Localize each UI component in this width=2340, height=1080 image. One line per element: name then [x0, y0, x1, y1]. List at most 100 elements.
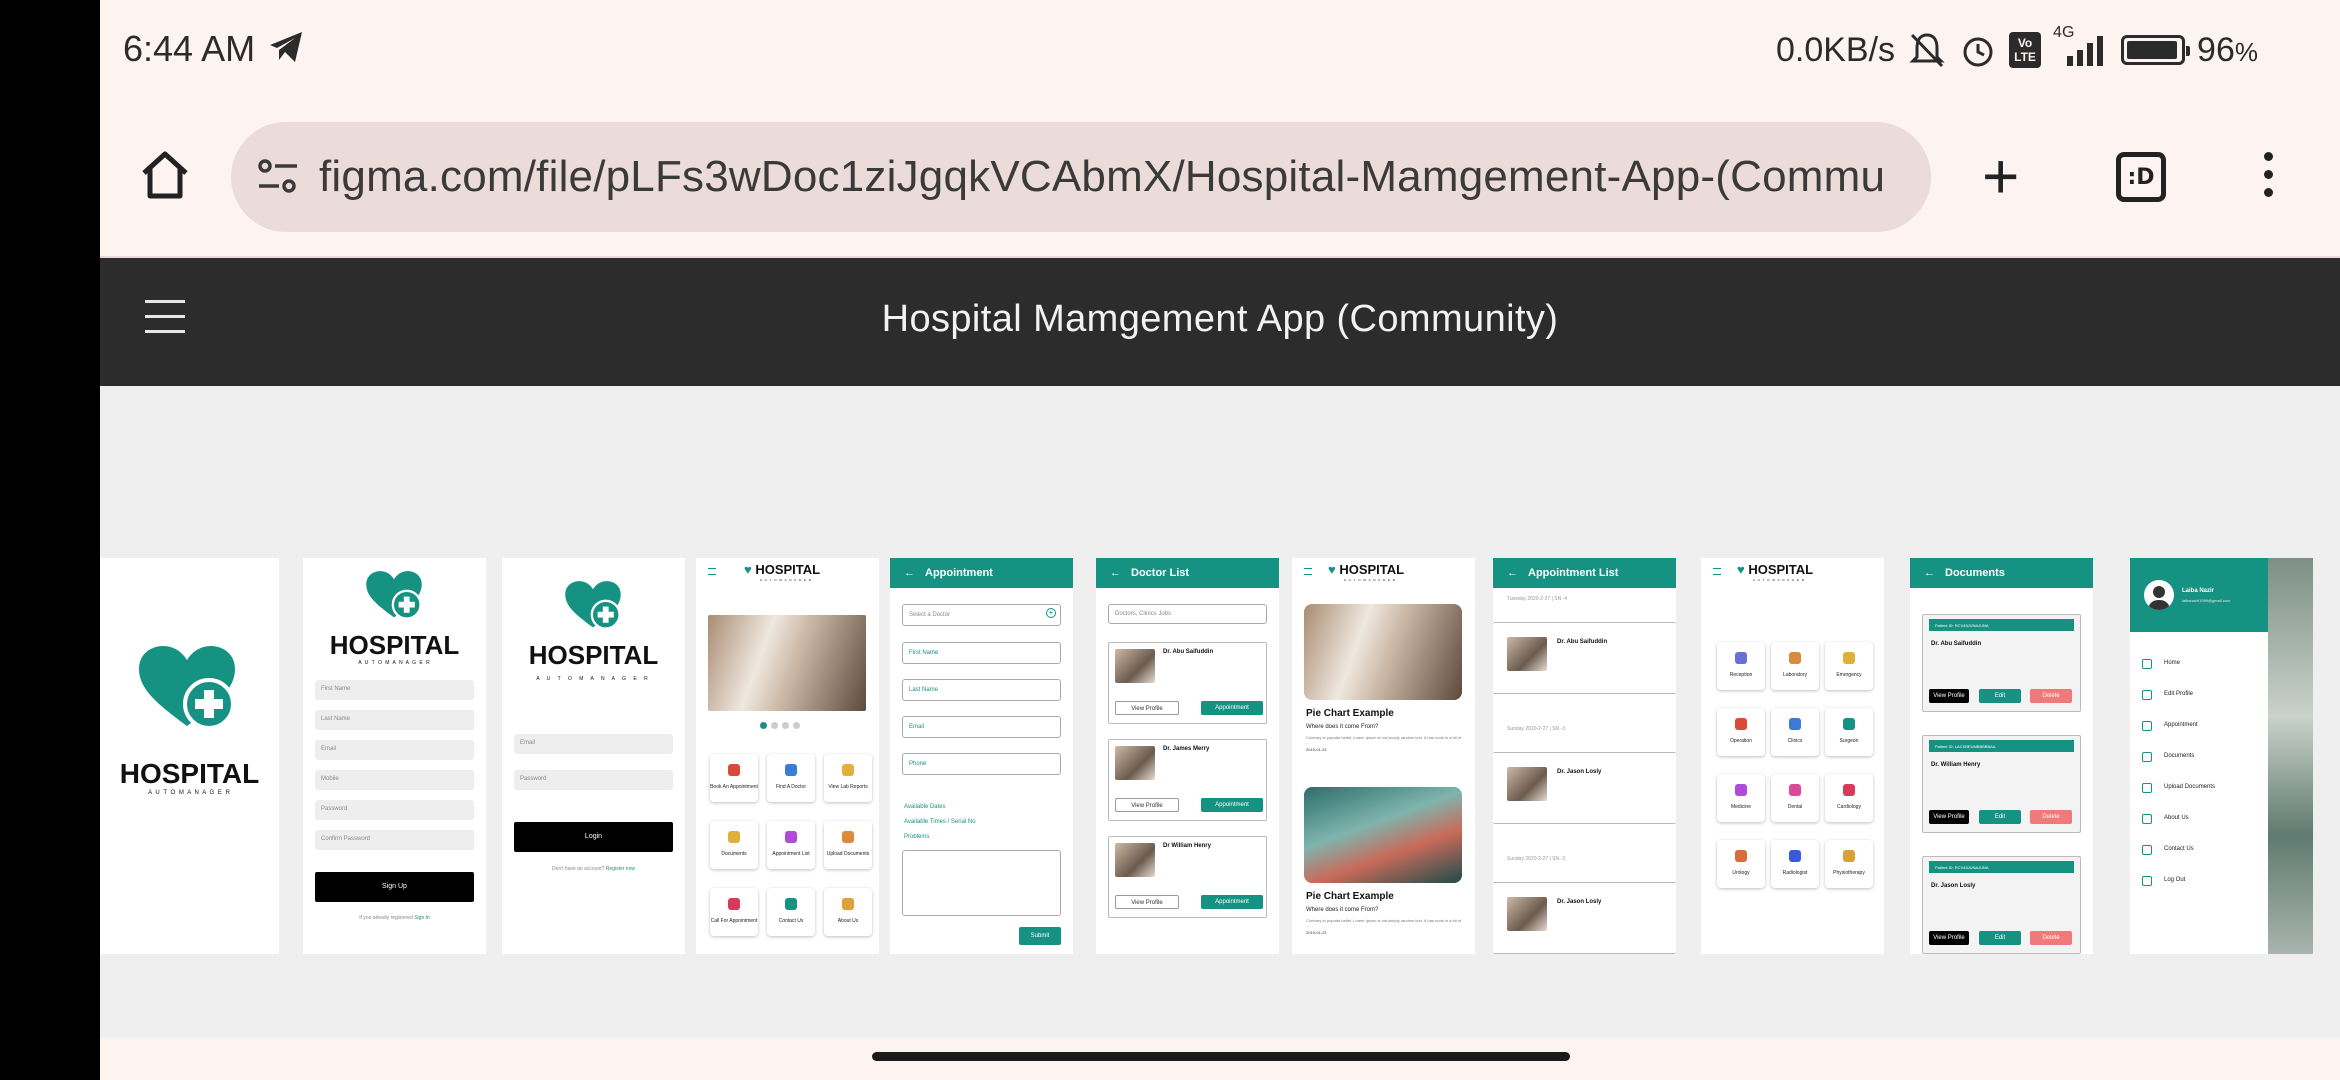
email-field[interactable]: Email — [514, 734, 673, 754]
appointment-button[interactable]: Appointment — [1201, 701, 1263, 715]
doctor-select[interactable]: Select a Doctor + — [902, 604, 1061, 626]
frame-signup[interactable]: HOSPITAL A U T O M A N A G E R First Nam… — [303, 558, 486, 954]
home-tile[interactable]: View Lab Reports — [824, 754, 872, 802]
appointment-field[interactable]: Email — [902, 716, 1061, 738]
drawer-item[interactable]: About Us — [2142, 813, 2262, 827]
doctor-card[interactable]: Dr. Abu Saifuddin View Profile Appointment — [1108, 642, 1267, 724]
carousel-dots[interactable] — [760, 722, 800, 729]
home-tile[interactable]: Upload Documents — [824, 821, 872, 869]
drawer-item[interactable]: Upload Documents — [2142, 782, 2262, 796]
home-icon[interactable] — [138, 148, 192, 202]
post-title[interactable]: Pie Chart Example — [1306, 891, 1394, 902]
drawer-item[interactable]: Log Out — [2142, 875, 2262, 889]
doctor-card[interactable]: Dr. James Merry View Profile Appointment — [1108, 739, 1267, 821]
available-dates-link[interactable]: Available Dates — [904, 804, 946, 810]
department-tile[interactable]: Reception — [1717, 642, 1765, 690]
doctor-search-input[interactable]: Doctors, Clinics Jobs — [1108, 604, 1267, 624]
home-tile[interactable]: Book An Appointment — [710, 754, 758, 802]
signup-field[interactable]: Mobile — [315, 770, 474, 790]
department-tile[interactable]: Cardiology — [1825, 774, 1873, 822]
document-card[interactable]: Patient ID: RCV45JUNAJUNA Dr. Abu Saifudd… — [1922, 614, 2081, 712]
appointment-field[interactable]: Phone — [902, 753, 1061, 775]
back-arrow-icon[interactable]: ← — [1924, 567, 1935, 579]
edit-button[interactable]: Edit — [1979, 931, 2021, 945]
frame-documents[interactable]: ← Documents Patient ID: RCV45JUNAJUNA Dr. … — [1910, 558, 2093, 954]
department-tile[interactable]: Laboratory — [1771, 642, 1819, 690]
appointment-field[interactable]: Last Name — [902, 679, 1061, 701]
appointment-card[interactable]: Dr. Abu Saifuddin — [1493, 622, 1676, 694]
tab-switcher-button[interactable]: :D — [2116, 152, 2166, 202]
frame-departments[interactable]: ♥ HOSPITAL A U T O M A N A G E R Recepti… — [1701, 558, 1884, 954]
frame-appointment-list[interactable]: ← Appointment List Tuesday 2020-2-27 | SN… — [1493, 558, 1676, 954]
submit-button[interactable]: Submit — [1019, 927, 1061, 945]
signup-field[interactable]: First Name — [315, 680, 474, 700]
signup-field[interactable]: Password — [315, 800, 474, 820]
site-settings-icon[interactable] — [257, 158, 299, 196]
frame-drawer[interactable]: Laiba Nazir laibanazir1999@gmail.com Hom… — [2130, 558, 2313, 954]
department-tile[interactable]: Physiotherapy — [1825, 840, 1873, 888]
hamburger-icon[interactable] — [1304, 568, 1312, 575]
new-tab-icon[interactable]: + — [1982, 144, 2019, 208]
frame-home[interactable]: ♥ HOSPITAL A U T O M A N A G E R Book An… — [696, 558, 879, 954]
delete-button[interactable]: Delete — [2030, 931, 2072, 945]
appointment-button[interactable]: Appointment — [1201, 895, 1263, 909]
signin-link[interactable]: Sign In — [414, 915, 430, 921]
drawer-item[interactable]: Home — [2142, 658, 2262, 672]
password-field[interactable]: Password — [514, 770, 673, 790]
signup-field[interactable]: Last Name — [315, 710, 474, 730]
home-tile[interactable]: About Us — [824, 888, 872, 936]
gesture-home-bar[interactable] — [872, 1052, 1570, 1061]
view-profile-button[interactable]: View Profile — [1929, 810, 1969, 824]
drawer-item[interactable]: Documents — [2142, 751, 2262, 765]
back-arrow-icon[interactable]: ← — [1110, 567, 1121, 579]
document-card[interactable]: Patient ID: RCV45JUNAJUNA Dr. Jason Losly… — [1922, 856, 2081, 954]
appointment-card[interactable]: Dr. Jason Losly — [1493, 752, 1676, 824]
post-title[interactable]: Pie Chart Example — [1306, 708, 1394, 719]
login-button[interactable]: Login — [514, 822, 673, 852]
department-tile[interactable]: Dental — [1771, 774, 1819, 822]
delete-button[interactable]: Delete — [2030, 810, 2072, 824]
hamburger-icon[interactable] — [708, 568, 716, 575]
appointment-field[interactable]: First Name — [902, 642, 1061, 664]
view-profile-button[interactable]: View Profile — [1115, 895, 1179, 909]
appointment-card[interactable]: Dr. Jason Losly — [1493, 882, 1676, 954]
edit-button[interactable]: Edit — [1979, 810, 2021, 824]
drawer-item[interactable]: Edit Profile — [2142, 689, 2262, 703]
frame-splash[interactable]: HOSPITAL A U T O M A N A G E R — [100, 558, 279, 954]
edit-button[interactable]: Edit — [1979, 689, 2021, 703]
doctor-card[interactable]: Dr William Henry View Profile Appointment — [1108, 836, 1267, 918]
signup-field[interactable]: Email — [315, 740, 474, 760]
available-times-link[interactable]: Available Times / Serial No — [904, 819, 976, 825]
department-tile[interactable]: Surgeon — [1825, 708, 1873, 756]
frame-login[interactable]: HOSPITAL A U T O M A N A G E R Email Pas… — [502, 558, 685, 954]
signup-button[interactable]: Sign Up — [315, 872, 474, 902]
signup-field[interactable]: Confirm Password — [315, 830, 474, 850]
view-profile-button[interactable]: View Profile — [1929, 931, 1969, 945]
drawer-item[interactable]: Contact Us — [2142, 844, 2262, 858]
department-tile[interactable]: Clinics — [1771, 708, 1819, 756]
url-bar[interactable]: figma.com/file/pLFs3wDoc1ziJgqkVCAbmX/Ho… — [231, 122, 1931, 232]
appointment-button[interactable]: Appointment — [1201, 798, 1263, 812]
problems-textarea[interactable] — [902, 850, 1061, 916]
department-tile[interactable]: Urology — [1717, 840, 1765, 888]
home-tile[interactable]: Appointment List — [767, 821, 815, 869]
frame-doctor-list[interactable]: ← Doctor List Doctors, Clinics Jobs Dr. A… — [1096, 558, 1279, 954]
view-profile-button[interactable]: View Profile — [1115, 701, 1179, 715]
back-arrow-icon[interactable]: ← — [1507, 567, 1518, 579]
frame-news[interactable]: ♥ HOSPITAL A U T O M A N A G E R Pie Cha… — [1292, 558, 1475, 954]
delete-button[interactable]: Delete — [2030, 689, 2072, 703]
avatar[interactable] — [2144, 580, 2174, 610]
document-card[interactable]: Patient ID: LACKBEUMBBBBBAA Dr. William H… — [1922, 735, 2081, 833]
add-circle-icon[interactable]: + — [1046, 608, 1056, 618]
department-tile[interactable]: Radiologist — [1771, 840, 1819, 888]
department-tile[interactable]: Medicine — [1717, 774, 1765, 822]
home-tile[interactable]: Find A Doctor — [767, 754, 815, 802]
frame-appointment[interactable]: ← Appointment Select a Doctor + First Name… — [890, 558, 1073, 954]
drawer-item[interactable]: Appointment — [2142, 720, 2262, 734]
home-tile[interactable]: Documents — [710, 821, 758, 869]
home-tile[interactable]: Contact Us — [767, 888, 815, 936]
figma-canvas[interactable]: HOSPITAL A U T O M A N A G E R HOSPITAL … — [100, 386, 2340, 1038]
more-menu-icon[interactable] — [2262, 152, 2274, 206]
back-arrow-icon[interactable]: ← — [904, 567, 915, 579]
department-tile[interactable]: Operation — [1717, 708, 1765, 756]
